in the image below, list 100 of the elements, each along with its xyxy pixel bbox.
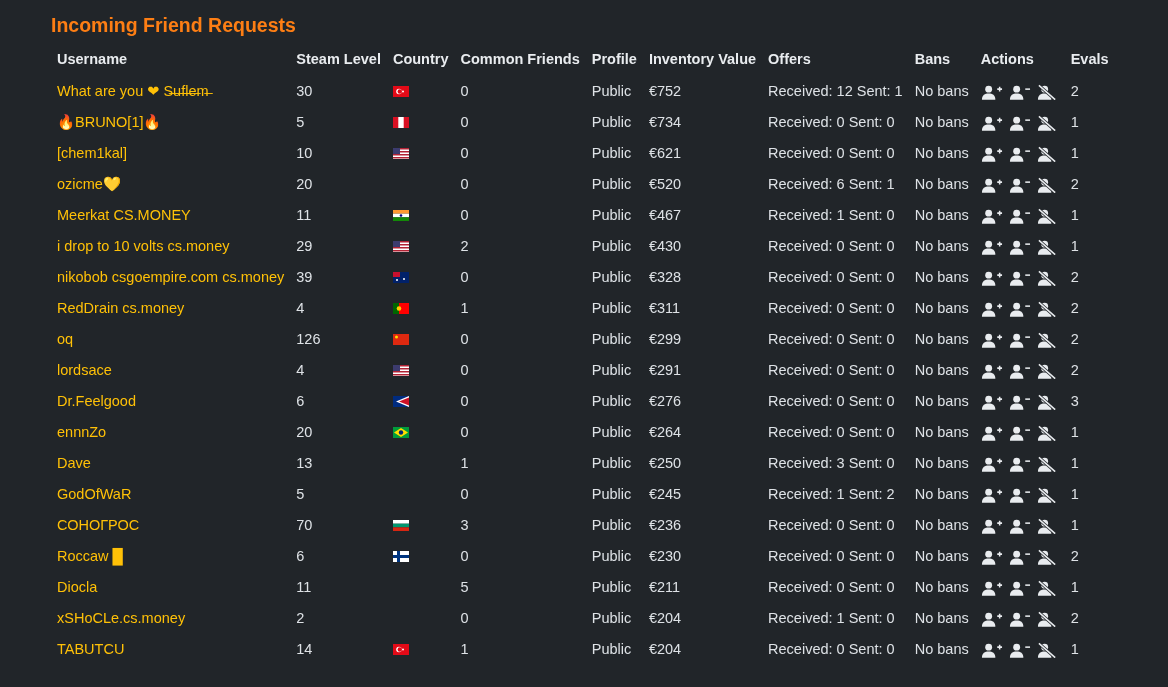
username-link[interactable]: [chem1kal]: [57, 144, 128, 161]
add-friend-icon[interactable]: [980, 114, 1003, 131]
inventory-value: €236: [648, 516, 682, 533]
add-friend-icon[interactable]: [980, 300, 1003, 317]
username-link[interactable]: xSHoCLe.cs.money: [57, 609, 186, 626]
add-friend-icon[interactable]: [980, 486, 1003, 503]
username-link[interactable]: Dave: [57, 454, 91, 471]
remove-friend-icon[interactable]: [1008, 393, 1031, 410]
flag-icon: [392, 210, 409, 222]
block-user-icon[interactable]: [1036, 517, 1059, 534]
remove-friend-icon[interactable]: [1008, 114, 1031, 131]
add-friend-icon[interactable]: [980, 238, 1003, 255]
remove-friend-icon[interactable]: [1008, 455, 1031, 472]
add-friend-icon[interactable]: [980, 207, 1003, 224]
remove-friend-icon[interactable]: [1008, 300, 1031, 317]
add-friend-icon[interactable]: [980, 176, 1003, 193]
add-friend-icon[interactable]: [980, 579, 1003, 596]
username-link[interactable]: ozicme💛: [57, 175, 121, 192]
remove-friend-icon[interactable]: [1008, 83, 1031, 100]
add-friend-icon[interactable]: [980, 517, 1003, 534]
block-user-icon[interactable]: [1036, 393, 1059, 410]
block-user-icon[interactable]: [1036, 548, 1059, 565]
remove-friend-icon[interactable]: [1008, 176, 1031, 193]
username-link[interactable]: TABUTCU: [57, 640, 125, 657]
block-user-icon[interactable]: [1036, 176, 1059, 193]
remove-friend-icon[interactable]: [1008, 424, 1031, 441]
block-user-icon[interactable]: [1036, 331, 1059, 348]
inventory-value: €276: [648, 392, 682, 409]
add-friend-icon[interactable]: [980, 548, 1003, 565]
evals-count: 2: [1070, 330, 1079, 347]
block-user-icon[interactable]: [1036, 207, 1059, 224]
username-link[interactable]: Roccaw █: [57, 547, 123, 564]
block-user-icon[interactable]: [1036, 455, 1059, 472]
username-link[interactable]: GodOfWaR: [57, 485, 132, 502]
steam-level: 6: [296, 547, 305, 564]
add-friend-icon[interactable]: [980, 424, 1003, 441]
remove-friend-icon[interactable]: [1008, 362, 1031, 379]
add-friend-icon[interactable]: [980, 83, 1003, 100]
add-friend-icon[interactable]: [980, 269, 1003, 286]
username-link[interactable]: i drop to 10 volts cs.money: [57, 237, 230, 254]
remove-friend-icon[interactable]: [1008, 207, 1031, 224]
remove-friend-icon[interactable]: [1008, 517, 1031, 534]
block-user-icon[interactable]: [1036, 362, 1059, 379]
steam-level: 11: [296, 206, 312, 223]
block-user-icon[interactable]: [1036, 486, 1059, 503]
bans-status: No bans: [914, 82, 969, 99]
steam-level: 11: [296, 578, 312, 595]
block-user-icon[interactable]: [1036, 424, 1059, 441]
add-friend-icon[interactable]: [980, 610, 1003, 627]
block-user-icon[interactable]: [1036, 300, 1059, 317]
steam-level: 14: [296, 640, 313, 657]
inventory-value: €299: [648, 330, 682, 347]
block-user-icon[interactable]: [1036, 579, 1059, 596]
block-user-icon[interactable]: [1036, 269, 1059, 286]
common-friends-count: 5: [460, 578, 469, 595]
username-link[interactable]: СОНОГРОС: [57, 516, 140, 533]
steam-level: 20: [296, 175, 313, 192]
remove-friend-icon[interactable]: [1008, 579, 1031, 596]
block-user-icon[interactable]: [1036, 610, 1059, 627]
bans-status: No bans: [914, 268, 969, 285]
username-link[interactable]: ennnZo: [57, 423, 107, 440]
profile-status: Public: [591, 485, 632, 502]
add-friend-icon[interactable]: [980, 145, 1003, 162]
block-user-icon[interactable]: [1036, 238, 1059, 255]
common-friends-count: 0: [460, 330, 469, 347]
common-friends-count: 0: [460, 609, 469, 626]
add-friend-icon[interactable]: [980, 393, 1003, 410]
username-link[interactable]: Dr.Feelgood: [57, 392, 136, 409]
remove-friend-icon[interactable]: [1008, 610, 1031, 627]
remove-friend-icon[interactable]: [1008, 548, 1031, 565]
common-friends-count: 0: [460, 175, 469, 192]
flag-icon: [392, 272, 409, 284]
remove-friend-icon[interactable]: [1008, 269, 1031, 286]
add-friend-icon[interactable]: [980, 641, 1003, 658]
steam-level: 20: [296, 423, 313, 440]
remove-friend-icon[interactable]: [1008, 331, 1031, 348]
username-link[interactable]: RedDrain cs.money: [57, 299, 185, 316]
evals-count: 1: [1070, 516, 1079, 533]
block-user-icon[interactable]: [1036, 114, 1059, 131]
column-header: Offers: [768, 51, 811, 68]
offers-summary: Received: 1 Sent: 0: [768, 609, 895, 626]
remove-friend-icon[interactable]: [1008, 486, 1031, 503]
username-link[interactable]: oq: [57, 330, 74, 347]
add-friend-icon[interactable]: [980, 362, 1003, 379]
remove-friend-icon[interactable]: [1008, 238, 1031, 255]
offers-summary: Received: 0 Sent: 0: [768, 237, 895, 254]
username-link[interactable]: nikobob csgoempire.com cs.money: [57, 268, 285, 285]
username-link[interactable]: lordsace: [57, 361, 112, 378]
remove-friend-icon[interactable]: [1008, 641, 1031, 658]
block-user-icon[interactable]: [1036, 145, 1059, 162]
block-user-icon[interactable]: [1036, 641, 1059, 658]
remove-friend-icon[interactable]: [1008, 145, 1031, 162]
offers-summary: Received: 0 Sent: 0: [768, 578, 895, 595]
username-link[interactable]: Meerkat CS.MONEY: [57, 206, 191, 223]
username-link[interactable]: Diocla: [57, 578, 98, 595]
block-user-icon[interactable]: [1036, 83, 1059, 100]
add-friend-icon[interactable]: [980, 331, 1003, 348]
common-friends-count: 0: [460, 392, 469, 409]
add-friend-icon[interactable]: [980, 455, 1003, 472]
username-link[interactable]: 🔥BRUNO[1]🔥: [57, 113, 162, 130]
